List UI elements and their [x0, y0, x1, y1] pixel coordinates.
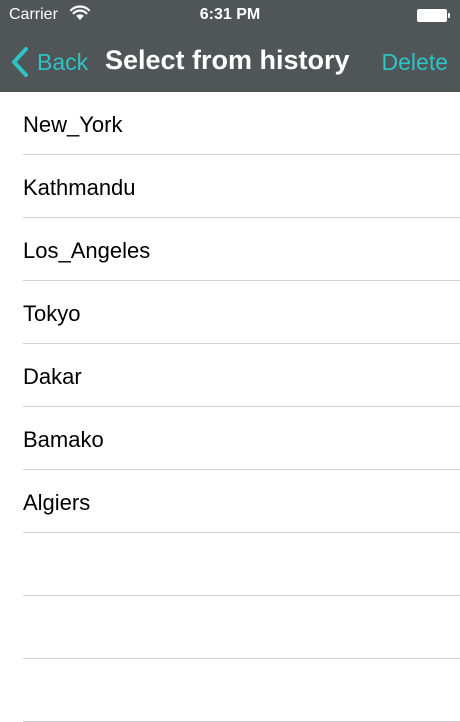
- chevron-left-icon: [12, 47, 28, 77]
- list-item-label: New_York: [23, 112, 123, 137]
- list-item[interactable]: Kathmandu: [0, 155, 460, 218]
- list-item-label: Kathmandu: [23, 175, 136, 200]
- status-bar: Carrier 6:31 PM: [0, 0, 460, 32]
- navigation-bar: Back Select from history Delete: [0, 32, 460, 92]
- list-item[interactable]: Tokyo: [0, 281, 460, 344]
- list-item-label: Algiers: [23, 490, 91, 515]
- status-time: 6:31 PM: [199, 6, 261, 23]
- list-item-label: Bamako: [23, 427, 104, 452]
- delete-button[interactable]: Delete: [382, 49, 448, 76]
- list-item: [0, 659, 460, 722]
- back-button[interactable]: Back: [10, 44, 88, 80]
- battery-icon: [417, 9, 450, 22]
- list-item-label: Dakar: [23, 364, 82, 389]
- list-item: [0, 596, 460, 659]
- list-item-label: Tokyo: [23, 301, 81, 326]
- list-item[interactable]: New_York: [0, 92, 460, 155]
- list-item: [0, 533, 460, 596]
- list-item-label: Los_Angeles: [23, 238, 151, 263]
- back-label: Back: [37, 48, 89, 75]
- list-item[interactable]: Algiers: [0, 470, 460, 533]
- header: Carrier 6:31 PM Back Select from history…: [0, 0, 460, 92]
- list-item[interactable]: Bamako: [0, 407, 460, 470]
- list-item[interactable]: Dakar: [0, 344, 460, 407]
- page-title: Select from history: [105, 45, 350, 75]
- list-item[interactable]: Los_Angeles: [0, 218, 460, 281]
- history-list: New_York Kathmandu Los_Angeles Tokyo Dakar Ba…: [0, 92, 460, 722]
